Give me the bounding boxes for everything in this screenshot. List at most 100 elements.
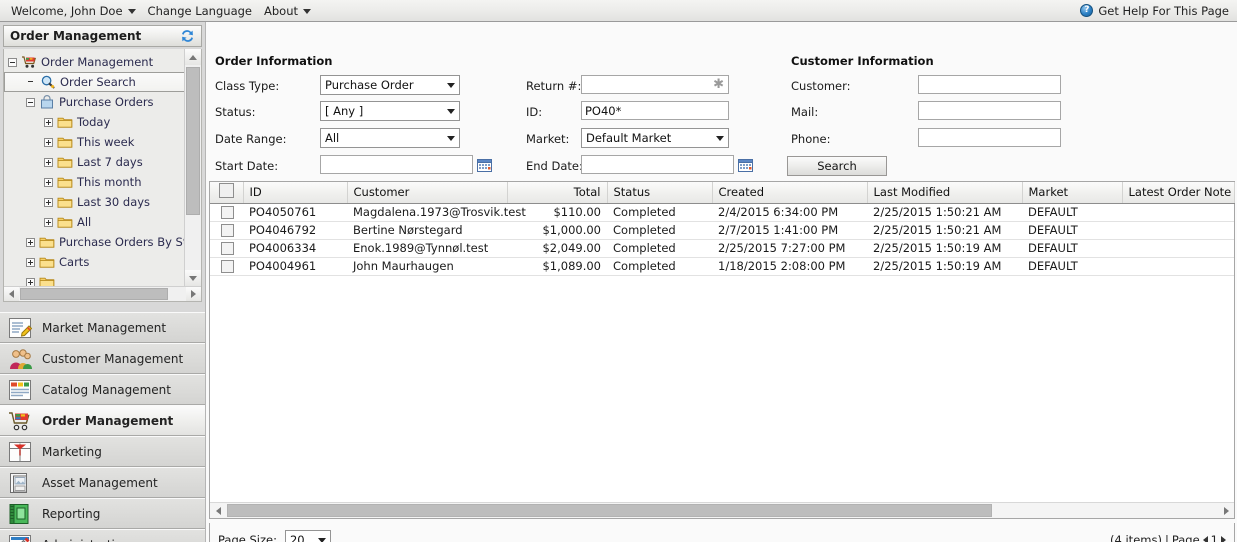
tree-expander-expand-icon[interactable]	[44, 158, 53, 167]
row-checkbox[interactable]	[221, 242, 234, 255]
start-date-input[interactable]	[320, 155, 473, 174]
cell-id[interactable]: PO4046792	[243, 221, 347, 239]
tree-expander-collapse-icon[interactable]	[8, 58, 17, 67]
return-number-input[interactable]	[581, 75, 729, 94]
tree-expander-expand-icon[interactable]	[44, 118, 53, 127]
tree-item-today[interactable]: Today	[4, 112, 185, 132]
sidebar-item-reporting[interactable]: Reporting	[0, 498, 205, 529]
tree-item-carts[interactable]: Carts	[4, 252, 185, 272]
tree-item-purchase-orders-by-stat[interactable]: Purchase Orders By Stat	[4, 232, 185, 252]
chevron-left-icon[interactable]	[1203, 536, 1208, 542]
column-header-id[interactable]: ID	[243, 182, 347, 203]
tree-item-last-7-days[interactable]: Last 7 days	[4, 152, 185, 172]
customer-input[interactable]	[918, 75, 1061, 94]
asterisk-icon[interactable]: ✱	[713, 78, 724, 91]
navigation-tree[interactable]: Order ManagementOrder SearchPurchase Ord…	[4, 49, 185, 286]
row-checkbox-cell[interactable]	[210, 221, 243, 239]
tree-expander-expand-icon[interactable]	[44, 178, 53, 187]
select-all-checkbox[interactable]	[219, 183, 234, 198]
cell-id[interactable]: PO4004961	[243, 257, 347, 275]
search-button[interactable]: Search	[787, 156, 887, 176]
column-header-latest-order-note[interactable]: Latest Order Note	[1122, 182, 1234, 203]
tree-expander-expand-icon[interactable]	[44, 138, 53, 147]
column-header-created[interactable]: Created	[712, 182, 867, 203]
mail-input[interactable]	[918, 101, 1061, 120]
end-date-input[interactable]	[581, 155, 734, 174]
sidebar-item-catalog-management[interactable]: Catalog Management	[0, 374, 205, 405]
asset-management-icon	[8, 472, 32, 494]
tree-vertical-scrollbar[interactable]	[184, 49, 201, 286]
row-checkbox-cell[interactable]	[210, 257, 243, 275]
cell-id[interactable]: PO4006334	[243, 239, 347, 257]
tree-item-all[interactable]: All	[4, 212, 185, 232]
chevron-left-icon	[9, 290, 14, 298]
row-checkbox-cell[interactable]	[210, 203, 243, 221]
cell-id[interactable]: PO4050761	[243, 203, 347, 221]
sidebar-item-marketing[interactable]: Marketing	[0, 436, 205, 467]
cell-total: $2,049.00	[507, 239, 607, 257]
get-help-link[interactable]: ? Get Help For This Page	[1080, 4, 1237, 18]
calendar-icon[interactable]	[477, 158, 492, 172]
tree-item-order-search[interactable]: Order Search	[4, 72, 185, 92]
row-checkbox[interactable]	[221, 224, 234, 237]
scroll-right-button[interactable]	[186, 287, 201, 301]
tree-item-order-management[interactable]: Order Management	[4, 52, 185, 72]
table-row[interactable]: PO4046792Bertine Nørstegard$1,000.00Comp…	[210, 221, 1234, 239]
marketing-icon	[8, 441, 32, 463]
date-range-select[interactable]: AllTodayThis weekLast 7 daysThis monthLa…	[320, 128, 460, 148]
grid-scroll-right-button[interactable]	[1218, 503, 1234, 518]
scroll-up-button[interactable]	[185, 49, 201, 65]
tree-expander-collapse-icon[interactable]	[26, 98, 35, 107]
class-type-select[interactable]: Purchase OrderPayment PlanCartReturn For…	[320, 75, 460, 95]
tree-item-purchase-orders[interactable]: Purchase Orders	[4, 92, 185, 112]
row-checkbox-cell[interactable]	[210, 239, 243, 257]
bag-icon	[39, 95, 55, 109]
tree-vertical-scroll-thumb[interactable]	[186, 67, 200, 215]
table-row[interactable]: PO4006334Enok.1989@Tynnøl.test$2,049.00C…	[210, 239, 1234, 257]
grid-horizontal-scroll-thumb[interactable]	[227, 504, 992, 517]
tree-item-this-month[interactable]: This month	[4, 172, 185, 192]
calendar-icon[interactable]	[738, 158, 753, 172]
grid-horizontal-scrollbar[interactable]	[210, 502, 1234, 518]
market-select[interactable]: Default Market	[581, 128, 729, 148]
tree-expander-expand-icon[interactable]	[44, 218, 53, 227]
tree-expander-expand-icon[interactable]	[26, 258, 35, 267]
sidebar-item-customer-management[interactable]: Customer Management	[0, 343, 205, 374]
sidebar-item-market-management[interactable]: Market Management	[0, 312, 205, 343]
tree-horizontal-scroll-thumb[interactable]	[20, 288, 168, 300]
tree-item-this-week[interactable]: This week	[4, 132, 185, 152]
sidebar-item-asset-management[interactable]: Asset Management	[0, 467, 205, 498]
column-header-customer[interactable]: Customer	[347, 182, 507, 203]
tree-horizontal-scrollbar[interactable]	[4, 286, 201, 301]
status-select[interactable]: [ Any ]CompletedInProgressCancelledOnHol…	[320, 101, 460, 121]
row-checkbox[interactable]	[221, 260, 234, 273]
column-header-market[interactable]: Market	[1022, 182, 1122, 203]
column-header-total[interactable]: Total	[507, 182, 607, 203]
select-all-header-cell[interactable]	[210, 182, 243, 203]
welcome-user-menu[interactable]: Welcome, John Doe	[7, 2, 144, 20]
row-checkbox[interactable]	[221, 206, 234, 219]
phone-input[interactable]	[918, 128, 1061, 147]
column-header-last-modified[interactable]: Last Modified	[867, 182, 1022, 203]
sidebar-item-order-management[interactable]: Order Management	[0, 405, 205, 436]
order-id-input[interactable]	[581, 101, 729, 120]
chevron-right-icon[interactable]	[1221, 536, 1226, 542]
table-row[interactable]: PO4050761Magdalena.1973@Trosvik.test$110…	[210, 203, 1234, 221]
page-size-select[interactable]: 102050100	[285, 530, 331, 542]
tree-expander-expand-icon[interactable]	[26, 278, 35, 287]
refresh-icon[interactable]	[180, 29, 195, 43]
table-row[interactable]: PO4004961John Maurhaugen$1,089.00Complet…	[210, 257, 1234, 275]
sidebar-module-nav[interactable]: Market ManagementCustomer ManagementCata…	[0, 312, 205, 542]
change-language-menu[interactable]: Change Language	[144, 2, 260, 20]
scroll-down-button[interactable]	[185, 270, 201, 286]
column-header-status[interactable]: Status	[607, 182, 712, 203]
sidebar-item-administration[interactable]: Administration	[0, 529, 205, 542]
tree-expander-expand-icon[interactable]	[26, 238, 35, 247]
tree-item-last-30-days[interactable]: Last 30 days	[4, 192, 185, 212]
tree-item-partial[interactable]	[4, 272, 185, 286]
about-menu[interactable]: About	[260, 2, 319, 20]
navigation-tree-container: Order ManagementOrder SearchPurchase Ord…	[3, 49, 202, 302]
tree-expander-expand-icon[interactable]	[44, 198, 53, 207]
scroll-left-button[interactable]	[4, 287, 19, 301]
grid-scroll-left-button[interactable]	[210, 503, 226, 518]
